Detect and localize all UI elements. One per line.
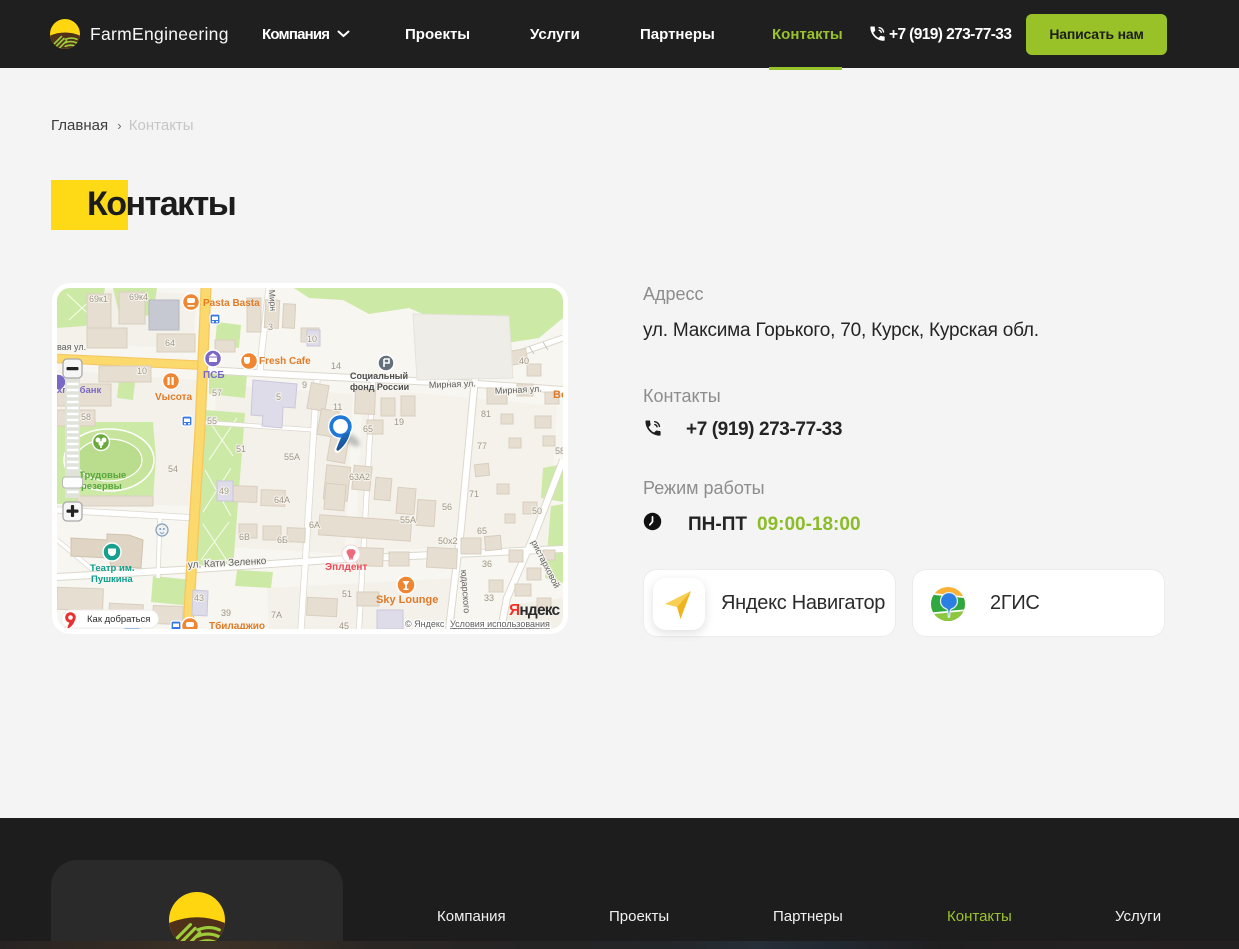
- svg-text:63А2: 63А2: [349, 472, 370, 482]
- svg-text:ПСБ: ПСБ: [203, 370, 225, 381]
- svg-text:Тбиладжио: Тбиладжио: [209, 620, 265, 629]
- svg-text:Pasta Basta: Pasta Basta: [203, 298, 260, 309]
- svg-text:51: 51: [342, 589, 352, 599]
- svg-text:54: 54: [168, 464, 178, 474]
- svg-text:3: 3: [268, 322, 273, 332]
- svg-text:64: 64: [165, 338, 175, 348]
- svg-text:вая ул.: вая ул.: [57, 342, 86, 352]
- svg-text:Vысота: Vысота: [155, 392, 193, 403]
- svg-text:58: 58: [81, 412, 91, 422]
- svg-text:49: 49: [219, 486, 229, 496]
- svg-text:6А: 6А: [309, 520, 320, 530]
- svg-text:36: 36: [482, 559, 492, 569]
- svg-text:40: 40: [519, 356, 529, 366]
- svg-text:65: 65: [363, 424, 373, 434]
- svg-text:7А: 7А: [271, 610, 282, 620]
- svg-text:6Б: 6Б: [277, 535, 288, 545]
- svg-text:Условия использования: Условия использования: [450, 619, 550, 629]
- svg-text:55А: 55А: [284, 452, 300, 462]
- svg-text:резервы: резервы: [81, 481, 122, 492]
- svg-text:9: 9: [302, 380, 307, 390]
- svg-text:58: 58: [555, 446, 563, 456]
- svg-text:81: 81: [481, 409, 491, 419]
- svg-text:6В: 6В: [239, 532, 250, 542]
- svg-text:© Яндекс: © Яндекс: [405, 619, 445, 629]
- svg-text:50: 50: [532, 506, 542, 516]
- svg-text:45: 45: [339, 621, 349, 629]
- svg-text:10: 10: [307, 334, 317, 344]
- svg-text:69к1: 69к1: [89, 294, 108, 304]
- svg-text:64А: 64А: [274, 495, 290, 505]
- svg-text:43: 43: [194, 593, 204, 603]
- svg-text:33: 33: [484, 593, 494, 603]
- svg-text:Во: Во: [553, 389, 563, 401]
- svg-text:Sky Lounge: Sky Lounge: [376, 594, 438, 606]
- svg-text:Мирная ул.: Мирная ул.: [429, 378, 476, 390]
- svg-text:Пушкина: Пушкина: [91, 574, 133, 585]
- svg-text:10: 10: [137, 366, 147, 376]
- svg-text:Fresh Cafe: Fresh Cafe: [259, 356, 311, 367]
- svg-text:Мирн: Мирн: [267, 289, 278, 311]
- svg-text:Как добраться: Как добраться: [87, 614, 150, 625]
- svg-text:Театр им.: Театр им.: [90, 563, 135, 574]
- svg-text:фонд России: фонд России: [350, 382, 409, 392]
- svg-text:55: 55: [207, 416, 217, 426]
- svg-text:Эплдент: Эплдент: [325, 562, 367, 573]
- svg-text:Трудовые: Трудовые: [79, 470, 126, 481]
- svg-text:55А: 55А: [400, 515, 416, 525]
- svg-text:65: 65: [477, 526, 487, 536]
- svg-text:Социальный: Социальный: [350, 371, 408, 381]
- svg-text:39: 39: [221, 608, 231, 618]
- svg-text:5: 5: [276, 392, 281, 402]
- svg-text:11: 11: [333, 402, 342, 412]
- svg-text:51: 51: [236, 444, 246, 454]
- svg-text:71: 71: [469, 489, 479, 499]
- svg-text:56: 56: [442, 502, 452, 512]
- svg-text:19: 19: [394, 417, 404, 427]
- svg-text:50х2: 50х2: [438, 536, 458, 546]
- svg-text:69к4: 69к4: [129, 292, 148, 302]
- svg-text:77: 77: [477, 441, 487, 451]
- svg-text:57: 57: [212, 388, 222, 398]
- svg-text:14: 14: [331, 361, 341, 371]
- svg-text:Яндекс: Яндекс: [509, 602, 561, 619]
